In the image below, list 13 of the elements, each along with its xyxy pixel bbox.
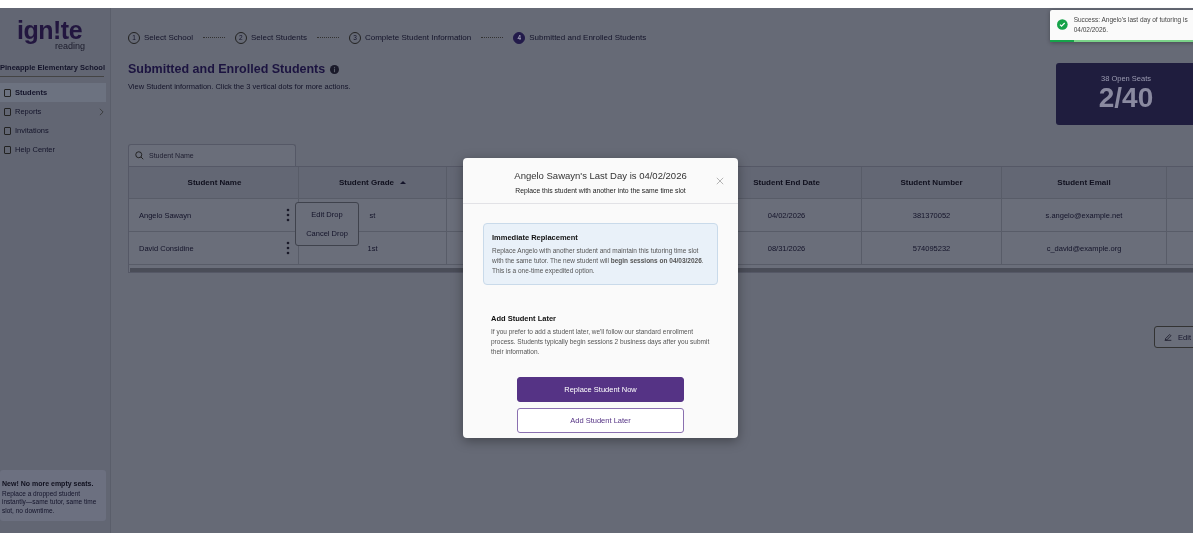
column-header[interactable]: Student Number (862, 167, 1002, 198)
step-label: Complete Student Information (364, 33, 472, 42)
column-header[interactable]: Student Email (1002, 167, 1167, 198)
step-label: Select School (144, 33, 193, 42)
page-title: Submitted and Enrolled Students (128, 62, 326, 76)
step-label: Submitted and Enrolled Students (529, 33, 647, 42)
column-header[interactable]: Student Grade (299, 167, 447, 198)
step-label: Select Students (250, 33, 307, 42)
logo-subtitle: reading (55, 41, 86, 51)
logo-text: ign!te (17, 18, 83, 43)
column-header[interactable]: Student Name (129, 167, 299, 198)
seats-count: 2/40 (1098, 83, 1154, 114)
modal-title: Angelo Sawayn's Last Day is 04/02/2026 (513, 170, 688, 181)
